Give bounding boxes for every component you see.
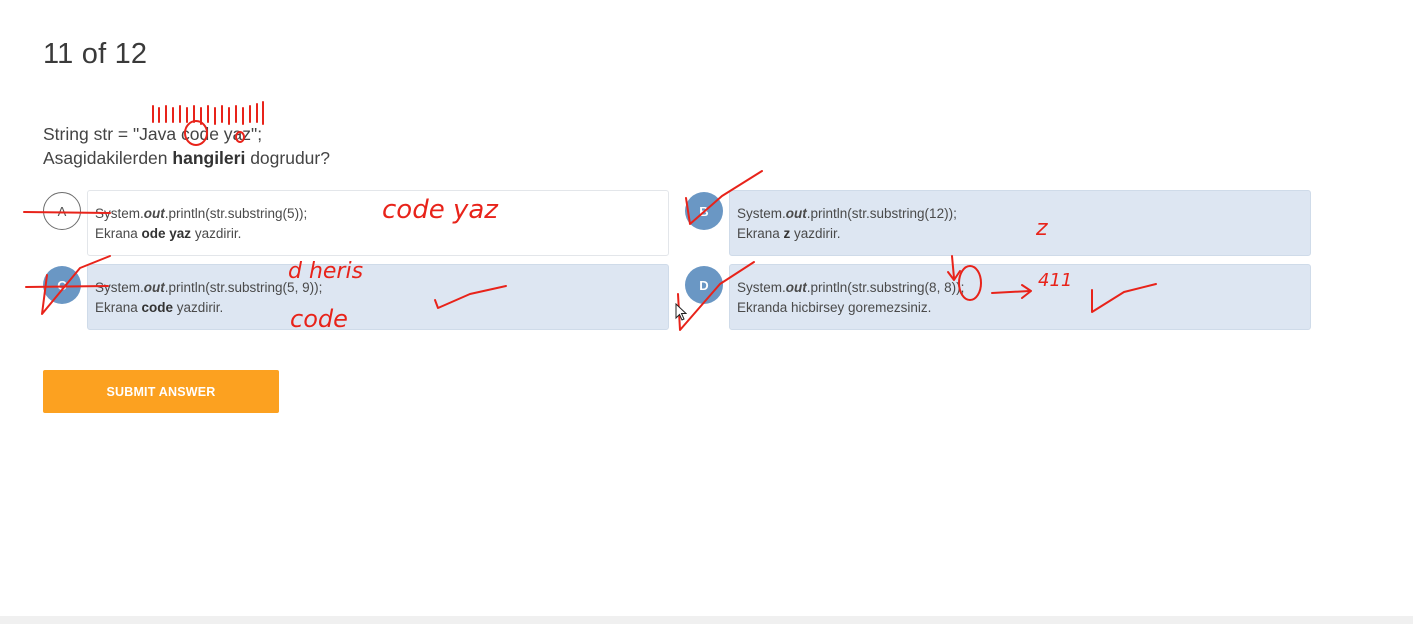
mouse-cursor-icon	[675, 303, 687, 321]
question-prompt-line: Asagidakilerden hangileri dogrudur?	[43, 146, 330, 170]
code-prefix: System.	[95, 280, 144, 295]
code-italic: out	[785, 280, 807, 295]
option-description: Ekranda hicbirsey goremezsiniz.	[737, 298, 1302, 318]
option-description: Ekrana code yazdirir.	[95, 298, 660, 318]
option-letter-badge[interactable]: D	[685, 266, 723, 304]
option-card[interactable]: System.out.println(str.substring(12)); E…	[729, 190, 1311, 256]
code-prefix: System.	[737, 280, 786, 295]
desc-prefix: Ekrana	[737, 226, 784, 241]
code-prefix: System.	[95, 206, 144, 221]
option-letter-badge[interactable]: A	[43, 192, 81, 230]
page-footer-bar	[0, 616, 1413, 624]
question-prompt-bold: hangileri	[172, 148, 246, 168]
desc-prefix: Ekrana	[95, 300, 142, 315]
option-description: Ekrana z yazdirir.	[737, 224, 1302, 244]
code-suffix: .println(str.substring(5, 9));	[164, 280, 323, 295]
code-prefix: System.	[737, 206, 786, 221]
code-italic: out	[785, 206, 807, 221]
option-code-line: System.out.println(str.substring(5, 9));	[95, 278, 660, 298]
desc-prefix: Ekrana	[95, 226, 142, 241]
option-letter-badge[interactable]: C	[43, 266, 81, 304]
option-code-line: System.out.println(str.substring(5));	[95, 204, 660, 224]
question-code-line: String str = "Java code yaz";	[43, 124, 263, 144]
code-suffix: .println(str.substring(5));	[164, 206, 308, 221]
option-letter-badge[interactable]: B	[685, 192, 723, 230]
desc-bold: code	[141, 300, 174, 315]
option-description: Ekrana ode yaz yazdirir.	[95, 224, 660, 244]
option-code-line: System.out.println(str.substring(8, 8));	[737, 278, 1302, 298]
code-italic: out	[143, 206, 165, 221]
quiz-page: 11 of 12 String str = "Java code yaz"; A…	[0, 0, 1413, 624]
code-suffix: .println(str.substring(12));	[806, 206, 957, 221]
option-code-line: System.out.println(str.substring(12));	[737, 204, 1302, 224]
desc-suffix: yazdirir.	[191, 226, 242, 241]
desc-bold: ode yaz	[141, 226, 192, 241]
question-text: String str = "Java code yaz"; Asagidakil…	[43, 122, 330, 170]
question-progress: 11 of 12	[43, 38, 148, 70]
submit-answer-button[interactable]: SUBMIT ANSWER	[43, 370, 279, 413]
option-card[interactable]: System.out.println(str.substring(5, 9));…	[87, 264, 669, 330]
option-card[interactable]: System.out.println(str.substring(8, 8));…	[729, 264, 1311, 330]
code-italic: out	[143, 280, 165, 295]
desc-suffix: yazdirir.	[173, 300, 224, 315]
question-prompt-prefix: Asagidakilerden	[43, 148, 173, 168]
desc-suffix: yazdirir.	[790, 226, 841, 241]
desc-prefix: Ekranda hicbirsey goremezsiniz.	[737, 300, 932, 315]
question-prompt-suffix: dogrudur?	[245, 148, 330, 168]
code-suffix: .println(str.substring(8, 8));	[806, 280, 965, 295]
option-card[interactable]: System.out.println(str.substring(5)); Ek…	[87, 190, 669, 256]
